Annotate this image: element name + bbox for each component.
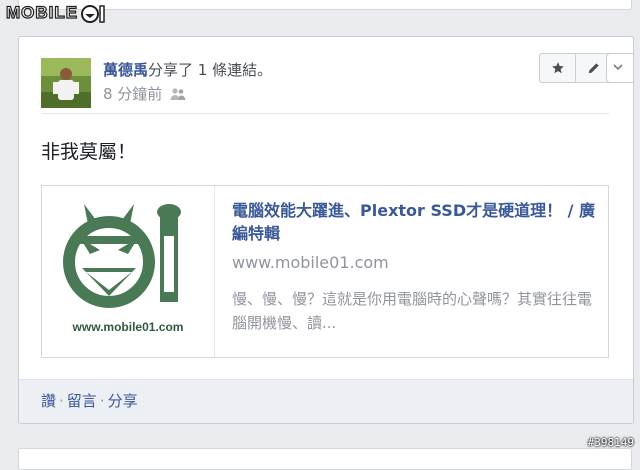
author-name-link[interactable]: 萬德禹 bbox=[103, 61, 148, 79]
friends-audience-icon[interactable] bbox=[170, 87, 186, 101]
mobile01-logo-image bbox=[63, 204, 181, 308]
story-header-text: 萬德禹分享了 1 條連結。 bbox=[103, 59, 272, 80]
story-meta: 8 分鐘前 bbox=[103, 83, 186, 104]
link-thumbnail[interactable]: www.mobile01.com bbox=[42, 186, 215, 357]
pencil-icon bbox=[588, 63, 599, 74]
star-icon bbox=[551, 62, 564, 74]
star-button[interactable] bbox=[539, 53, 576, 83]
mobile01-mascot-icon bbox=[81, 5, 105, 23]
story-options-chevron-button[interactable] bbox=[606, 53, 633, 83]
story-action-links: 讚 · 留言 · 分享 bbox=[41, 390, 138, 411]
link-title[interactable]: 電腦效能大躍進、Plextor SSD才是硬道理！ / 廣編特輯 bbox=[232, 199, 597, 245]
link-description: 慢、慢、慢？這就是你用電腦時的心聲嗎？其實往往電腦開機慢、讀... bbox=[232, 290, 593, 332]
timestamp-link[interactable]: 8 分鐘前 bbox=[103, 83, 162, 104]
story-actions-button-group bbox=[539, 53, 613, 83]
avatar[interactable] bbox=[41, 58, 91, 108]
share-link[interactable]: 分享 bbox=[108, 392, 138, 410]
post-message: 非我莫屬！ bbox=[41, 141, 137, 163]
link-url: www.mobile01.com bbox=[232, 253, 389, 272]
link-info: 電腦效能大躍進、Plextor SSD才是硬道理！ / 廣編特輯 www.mob… bbox=[232, 199, 597, 335]
shared-link-attachment[interactable]: www.mobile01.com 電腦效能大躍進、Plextor SSD才是硬道… bbox=[41, 185, 609, 358]
watermark-id: #398149 bbox=[587, 436, 634, 449]
previous-story-card bbox=[18, 0, 632, 10]
chevron-down-icon bbox=[613, 64, 623, 71]
comment-link[interactable]: 留言 bbox=[67, 392, 97, 410]
watermark-logo-text: MOBILE bbox=[5, 2, 79, 22]
next-story-card bbox=[18, 448, 632, 470]
separator-dot: · bbox=[99, 392, 105, 410]
feed-story-card: 萬德禹分享了 1 條連結。 8 分鐘前 非我莫屬！ www.mobile01.c… bbox=[18, 36, 634, 424]
thumbnail-caption: www.mobile01.com bbox=[72, 320, 184, 334]
mobile01-watermark-logo: MOBILE bbox=[5, 2, 108, 24]
story-actions-bar: 讚 · 留言 · 分享 bbox=[19, 379, 633, 423]
separator-dot: · bbox=[59, 392, 64, 410]
like-link[interactable]: 讚 bbox=[41, 392, 56, 410]
story-action-text: 分享了 1 條連結。 bbox=[148, 61, 273, 79]
header-divider bbox=[41, 113, 609, 114]
